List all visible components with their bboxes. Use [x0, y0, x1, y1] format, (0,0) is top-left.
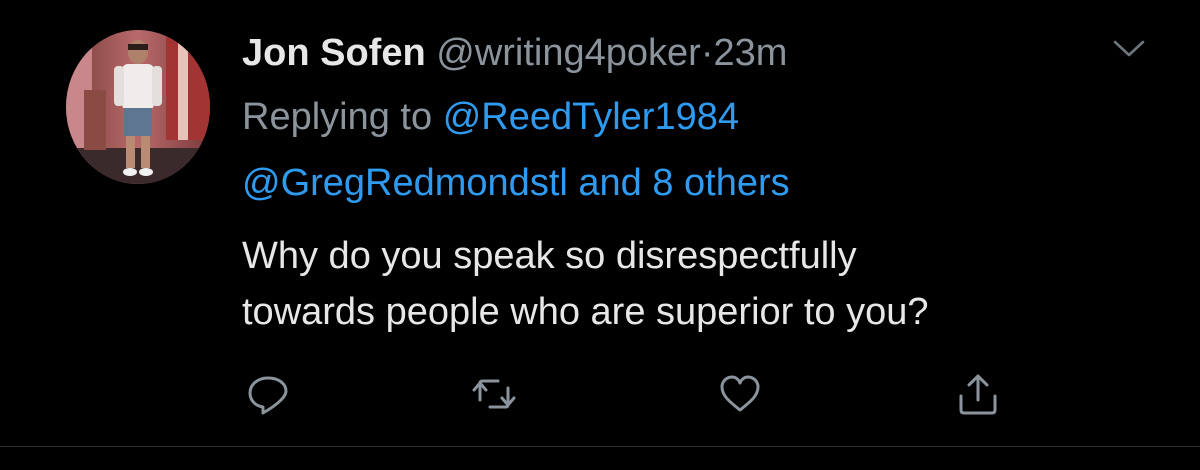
- reply-icon[interactable]: [246, 372, 290, 416]
- share-icon[interactable]: [956, 372, 1000, 416]
- tweet-text: Why do you speak so disrespectfully towa…: [242, 228, 1142, 340]
- tweet-header: Jon Sofen @writing4poker·23m: [242, 28, 787, 78]
- replying-to-more: @GregRedmondstl and 8 others: [242, 158, 790, 208]
- tweet-text-line-2: towards people who are superior to you?: [242, 291, 929, 333]
- heart-icon[interactable]: [718, 372, 762, 416]
- display-name[interactable]: Jon Sofen: [242, 32, 426, 74]
- user-handle[interactable]: @writing4poker: [436, 32, 701, 74]
- reply-mention-reedtyler[interactable]: @ReedTyler1984: [443, 96, 739, 138]
- reply-others-link[interactable]: 8 others: [652, 162, 789, 204]
- tweet-text-line-1: Why do you speak so disrespectfully: [242, 235, 857, 277]
- retweet-icon[interactable]: [472, 372, 516, 416]
- tweet[interactable]: Jon Sofen @writing4poker·23m Replying to…: [0, 0, 1200, 446]
- reply-mention-gregredmond[interactable]: @GregRedmondstl: [242, 162, 568, 204]
- replying-prefix: Replying to: [242, 96, 433, 138]
- timestamp[interactable]: 23m: [713, 32, 787, 74]
- separator-dot: ·: [700, 32, 714, 74]
- next-tweet-area: [0, 447, 1200, 470]
- reply-and[interactable]: and: [578, 162, 641, 204]
- chevron-down-icon[interactable]: [1112, 38, 1146, 60]
- avatar-photo: [66, 30, 210, 184]
- replying-to: Replying to @ReedTyler1984: [242, 92, 739, 142]
- avatar[interactable]: [66, 30, 210, 184]
